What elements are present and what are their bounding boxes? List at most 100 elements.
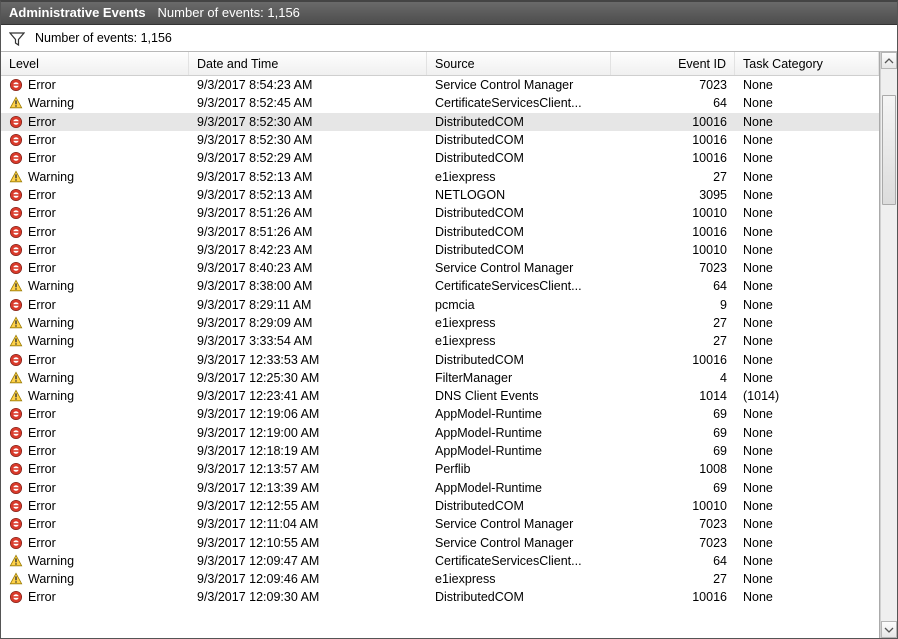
table-row[interactable]: Error9/3/2017 8:52:29 AMDistributedCOM10… [1, 149, 879, 167]
events-grid: Level Date and Time Source Event ID Task… [1, 52, 880, 638]
cell-eventid: 10016 [611, 151, 735, 165]
table-row[interactable]: Error9/3/2017 8:52:30 AMDistributedCOM10… [1, 131, 879, 149]
table-row[interactable]: Error9/3/2017 12:11:04 AMService Control… [1, 515, 879, 533]
cell-task: None [735, 554, 879, 568]
cell-datetime: 9/3/2017 8:40:23 AM [189, 261, 427, 275]
filter-icon[interactable] [9, 31, 23, 45]
error-icon [9, 353, 23, 367]
column-header-eventid[interactable]: Event ID [611, 52, 735, 75]
table-row[interactable]: Warning9/3/2017 12:09:46 AMe1iexpress27N… [1, 570, 879, 588]
filter-bar: Number of events: 1,156 [1, 25, 897, 52]
vertical-scrollbar[interactable] [880, 52, 897, 638]
level-label: Error [28, 133, 56, 147]
table-row[interactable]: Error9/3/2017 12:33:53 AMDistributedCOM1… [1, 350, 879, 368]
level-label: Error [28, 188, 56, 202]
cell-eventid: 10016 [611, 115, 735, 129]
cell-eventid: 10016 [611, 353, 735, 367]
table-row[interactable]: Error9/3/2017 12:09:30 AMDistributedCOM1… [1, 588, 879, 606]
table-row[interactable]: Error9/3/2017 8:29:11 AMpcmcia9None [1, 296, 879, 314]
table-row[interactable]: Error9/3/2017 8:52:13 AMNETLOGON3095None [1, 186, 879, 204]
cell-eventid: 7023 [611, 517, 735, 531]
cell-eventid: 4 [611, 371, 735, 385]
table-row[interactable]: Warning9/3/2017 8:52:45 AMCertificateSer… [1, 94, 879, 112]
scroll-up-button[interactable] [881, 52, 897, 69]
column-header-source[interactable]: Source [427, 52, 611, 75]
table-row[interactable]: Warning9/3/2017 8:38:00 AMCertificateSer… [1, 277, 879, 295]
cell-level: Error [1, 444, 189, 458]
table-row[interactable]: Error9/3/2017 12:12:55 AMDistributedCOM1… [1, 497, 879, 515]
cell-datetime: 9/3/2017 12:11:04 AM [189, 517, 427, 531]
table-row[interactable]: Warning9/3/2017 3:33:54 AMe1iexpress27No… [1, 332, 879, 350]
table-row[interactable]: Error9/3/2017 8:51:26 AMDistributedCOM10… [1, 222, 879, 240]
cell-source: DistributedCOM [427, 353, 611, 367]
cell-level: Warning [1, 554, 189, 568]
cell-eventid: 64 [611, 554, 735, 568]
table-row[interactable]: Error9/3/2017 8:52:30 AMDistributedCOM10… [1, 113, 879, 131]
cell-level: Error [1, 517, 189, 531]
table-row[interactable]: Error9/3/2017 12:19:06 AMAppModel-Runtim… [1, 405, 879, 423]
table-row[interactable]: Warning9/3/2017 12:23:41 AMDNS Client Ev… [1, 387, 879, 405]
cell-task: None [735, 353, 879, 367]
table-row[interactable]: Error9/3/2017 12:13:39 AMAppModel-Runtim… [1, 479, 879, 497]
cell-source: CertificateServicesClient... [427, 279, 611, 293]
error-icon [9, 78, 23, 92]
error-icon [9, 206, 23, 220]
cell-eventid: 64 [611, 279, 735, 293]
table-row[interactable]: Warning9/3/2017 12:09:47 AMCertificateSe… [1, 552, 879, 570]
scroll-thumb[interactable] [882, 95, 896, 205]
cell-source: DistributedCOM [427, 151, 611, 165]
table-row[interactable]: Error9/3/2017 12:13:57 AMPerflib1008None [1, 460, 879, 478]
level-label: Error [28, 353, 56, 367]
error-icon [9, 225, 23, 239]
cell-eventid: 1014 [611, 389, 735, 403]
level-label: Warning [28, 316, 74, 330]
error-icon [9, 243, 23, 257]
table-row[interactable]: Warning9/3/2017 12:25:30 AMFilterManager… [1, 369, 879, 387]
cell-level: Error [1, 353, 189, 367]
table-row[interactable]: Error9/3/2017 8:51:26 AMDistributedCOM10… [1, 204, 879, 222]
scroll-rail[interactable] [881, 69, 897, 621]
cell-source: FilterManager [427, 371, 611, 385]
cell-task: None [735, 243, 879, 257]
column-header-task[interactable]: Task Category [735, 52, 879, 75]
warning-icon [9, 279, 23, 293]
cell-level: Error [1, 133, 189, 147]
cell-source: AppModel-Runtime [427, 444, 611, 458]
level-label: Error [28, 462, 56, 476]
table-row[interactable]: Error9/3/2017 12:19:00 AMAppModel-Runtim… [1, 424, 879, 442]
warning-icon [9, 572, 23, 586]
table-row[interactable]: Error9/3/2017 12:18:19 AMAppModel-Runtim… [1, 442, 879, 460]
cell-source: DistributedCOM [427, 206, 611, 220]
table-row[interactable]: Error9/3/2017 8:42:23 AMDistributedCOM10… [1, 241, 879, 259]
column-header-level[interactable]: Level [1, 52, 189, 75]
warning-icon [9, 96, 23, 110]
cell-datetime: 9/3/2017 8:42:23 AM [189, 243, 427, 257]
cell-level: Warning [1, 279, 189, 293]
scroll-down-button[interactable] [881, 621, 897, 638]
warning-icon [9, 334, 23, 348]
cell-source: DistributedCOM [427, 115, 611, 129]
cell-task: None [735, 96, 879, 110]
column-header-datetime[interactable]: Date and Time [189, 52, 427, 75]
table-row[interactable]: Error9/3/2017 8:40:23 AMService Control … [1, 259, 879, 277]
table-row[interactable]: Error9/3/2017 8:54:23 AMService Control … [1, 76, 879, 94]
cell-level: Error [1, 536, 189, 550]
level-label: Warning [28, 572, 74, 586]
level-label: Warning [28, 554, 74, 568]
warning-icon [9, 389, 23, 403]
error-icon [9, 261, 23, 275]
table-row[interactable]: Error9/3/2017 12:10:55 AMService Control… [1, 533, 879, 551]
cell-source: e1iexpress [427, 170, 611, 184]
cell-datetime: 9/3/2017 12:10:55 AM [189, 536, 427, 550]
cell-datetime: 9/3/2017 8:52:30 AM [189, 115, 427, 129]
table-row[interactable]: Warning9/3/2017 8:52:13 AMe1iexpress27No… [1, 167, 879, 185]
cell-datetime: 9/3/2017 12:13:57 AM [189, 462, 427, 476]
cell-task: None [735, 572, 879, 586]
table-row[interactable]: Warning9/3/2017 8:29:09 AMe1iexpress27No… [1, 314, 879, 332]
cell-source: DistributedCOM [427, 590, 611, 604]
event-count-filter: Number of events: 1,156 [35, 31, 172, 45]
cell-task: None [735, 298, 879, 312]
cell-task: None [735, 536, 879, 550]
cell-datetime: 9/3/2017 12:09:46 AM [189, 572, 427, 586]
warning-icon [9, 316, 23, 330]
